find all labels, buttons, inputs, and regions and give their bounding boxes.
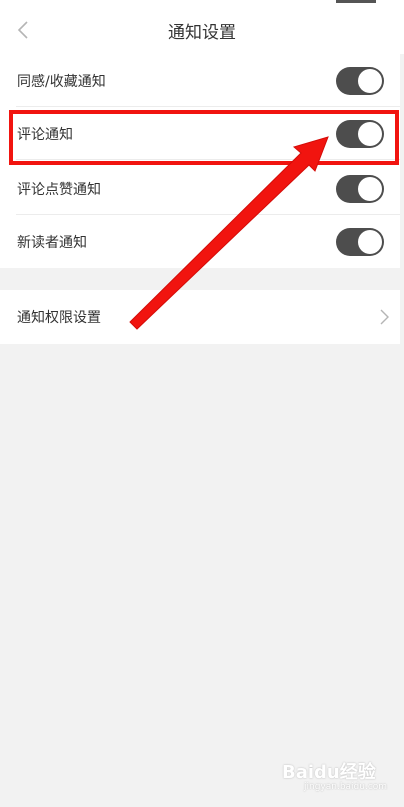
setting-label: 评论通知	[17, 127, 73, 143]
setting-row-comment-like: 评论点赞通知	[0, 162, 400, 215]
setting-label: 同感/收藏通知	[17, 74, 106, 90]
baidu-jingyan-watermark-logo: Baidu经验 jingyan.baidu.com	[282, 758, 387, 792]
toggle-knob	[358, 177, 382, 201]
divider	[16, 159, 400, 160]
setting-row-new-reader: 新读者通知	[0, 215, 400, 268]
nav-header: 通知设置	[0, 6, 404, 54]
chevron-right-icon	[380, 309, 389, 325]
toggle-knob	[358, 122, 382, 146]
toggle-knob	[358, 230, 382, 254]
toggle-comment-like-notice[interactable]	[336, 175, 384, 203]
toggle-comment-notice[interactable]	[336, 120, 384, 148]
battery-icon	[336, 0, 376, 3]
page-title: 通知设置	[168, 23, 236, 43]
permission-settings-row[interactable]: 通知权限设置	[0, 290, 400, 343]
toggle-new-reader-notice[interactable]	[336, 228, 384, 256]
setting-row-comment: 评论通知	[0, 107, 400, 160]
setting-label: 新读者通知	[17, 235, 87, 251]
toggle-knob	[358, 69, 382, 93]
watermark-logo-text: Baidu经验	[282, 762, 376, 783]
notification-toggle-list: 同感/收藏通知 评论通知 评论点赞通知 新读者通知	[0, 54, 400, 268]
setting-row-like-collect: 同感/收藏通知	[0, 54, 400, 107]
setting-label: 通知权限设置	[17, 310, 101, 326]
permission-settings-group: 通知权限设置	[0, 290, 400, 344]
toggle-like-collect-notice[interactable]	[336, 67, 384, 95]
watermark-url: jingyan.baidu.com	[304, 782, 388, 792]
setting-label: 评论点赞通知	[17, 182, 101, 198]
